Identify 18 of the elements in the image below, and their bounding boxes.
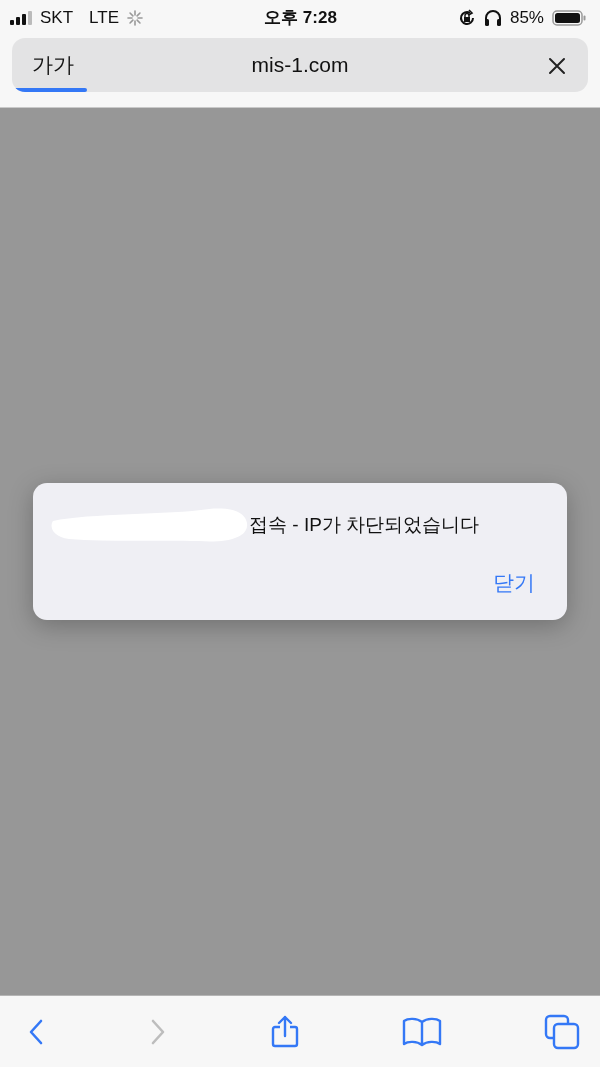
signal-icon [10,11,32,25]
carrier-name: SKT [40,7,74,30]
network-type: LTE [89,7,119,30]
url-text: mis-1.com [250,52,350,79]
share-icon [270,1015,300,1048]
address-bar[interactable]: 가가 mis-1.com [12,38,588,92]
open-book-icon [402,1016,442,1047]
loading-spinner-icon [127,10,143,26]
battery-icon [552,10,586,26]
tabs-icon [544,1013,580,1050]
clock-time: 오후 7:28 [264,7,337,30]
rotation-lock-icon [457,9,476,27]
headphones-icon [483,9,502,27]
battery-percentage: 85% [509,7,544,30]
text-size-button[interactable]: 가가 [12,49,74,81]
close-icon [548,56,566,75]
alert-message: 접속 - IP가 차단되었습니다 [249,512,480,537]
close-alert-button[interactable]: 닫기 [493,566,535,599]
